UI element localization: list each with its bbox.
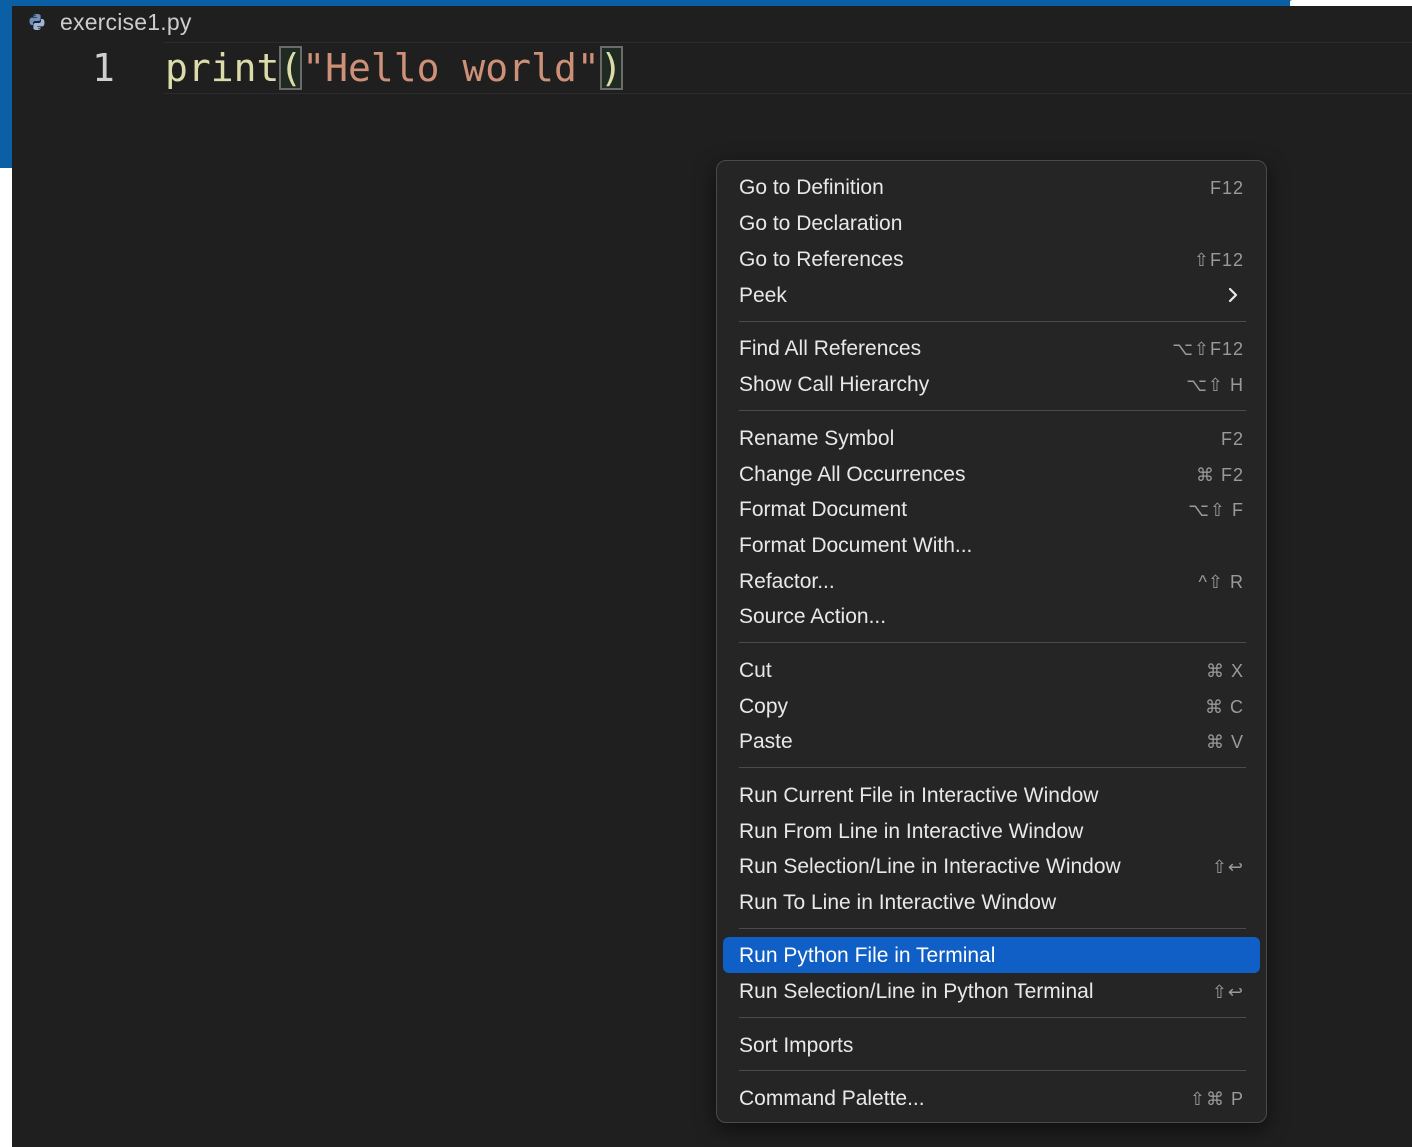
menu-item-shortcut: ⌥⇧F12 — [1172, 339, 1244, 359]
menu-item-shortcut: F2 — [1220, 429, 1244, 449]
menu-item-paste[interactable]: Paste ⌘ V — [723, 723, 1260, 759]
menu-item-run-python-file-in-terminal[interactable]: Run Python File in Terminal — [723, 937, 1260, 973]
menu-item-shortcut: ⇧F12 — [1193, 250, 1244, 270]
python-icon — [26, 11, 48, 33]
tab-file-name: exercise1.py — [60, 8, 192, 35]
menu-item-label: Cut — [739, 659, 772, 682]
menu-item-go-to-references[interactable]: Go to References ⇧F12 — [723, 241, 1260, 277]
menu-item-run-current-file-interactive[interactable]: Run Current File in Interactive Window — [723, 777, 1260, 813]
chevron-right-icon — [1224, 285, 1242, 305]
context-menu: Go to Definition F12 Go to Declaration G… — [716, 160, 1267, 1123]
menu-separator — [739, 321, 1246, 322]
code-open-paren: ( — [279, 46, 303, 90]
menu-item-label: Paste — [739, 730, 793, 753]
menu-item-run-to-line-interactive[interactable]: Run To Line in Interactive Window — [723, 884, 1260, 920]
menu-item-shortcut: ⌥⇧ F — [1188, 500, 1244, 520]
menu-item-copy[interactable]: Copy ⌘ C — [723, 688, 1260, 724]
menu-separator — [739, 642, 1246, 643]
menu-item-shortcut: F12 — [1209, 178, 1244, 198]
menu-item-run-from-line-interactive[interactable]: Run From Line in Interactive Window — [723, 813, 1260, 849]
menu-separator — [739, 1070, 1246, 1071]
menu-item-label: Go to Definition — [739, 176, 884, 199]
menu-item-show-call-hierarchy[interactable]: Show Call Hierarchy ⌥⇧ H — [723, 366, 1260, 402]
menu-item-label: Run Selection/Line in Interactive Window — [739, 855, 1121, 878]
menu-item-shortcut: ⇧↩ — [1211, 982, 1244, 1002]
screenshot-frame: exercise1.py 1 print("Hello world") Go t… — [0, 0, 1412, 1147]
menu-separator — [739, 767, 1246, 768]
menu-item-run-selection-interactive[interactable]: Run Selection/Line in Interactive Window… — [723, 848, 1260, 884]
code-string-token: "Hello world" — [302, 46, 600, 90]
menu-item-label: Format Document — [739, 498, 908, 521]
menu-item-shortcut: ⇧↩ — [1211, 857, 1244, 877]
menu-item-shortcut: ⌥⇧ H — [1186, 375, 1244, 395]
menu-item-label: Format Document With... — [739, 534, 973, 557]
menu-separator — [739, 410, 1246, 411]
menu-item-shortcut: ⌘ C — [1205, 697, 1244, 717]
menu-item-label: Peek — [739, 284, 787, 307]
menu-item-shortcut: ⌘ F2 — [1195, 465, 1244, 485]
menu-item-peek[interactable]: Peek — [723, 277, 1260, 313]
menu-item-change-all-occurrences[interactable]: Change All Occurrences ⌘ F2 — [723, 456, 1260, 492]
menu-item-go-to-definition[interactable]: Go to Definition F12 — [723, 169, 1260, 205]
menu-item-label: Refactor... — [739, 570, 835, 593]
menu-item-label: Find All References — [739, 337, 922, 360]
menu-item-label: Go to References — [739, 248, 904, 271]
menu-item-shortcut: ⌘ V — [1205, 732, 1244, 752]
code-close-paren: ) — [599, 46, 623, 90]
menu-item-format-document[interactable]: Format Document ⌥⇧ F — [723, 491, 1260, 527]
menu-separator — [739, 928, 1246, 929]
menu-item-label: Run Current File in Interactive Window — [739, 784, 1099, 807]
menu-item-label: Go to Declaration — [739, 212, 903, 235]
code-text[interactable]: print("Hello world") — [165, 46, 623, 90]
menu-item-command-palette[interactable]: Command Palette... ⇧⌘ P — [723, 1080, 1260, 1116]
menu-item-shortcut: ⌘ X — [1205, 661, 1244, 681]
menu-item-label: Rename Symbol — [739, 427, 895, 450]
menu-item-source-action[interactable]: Source Action... — [723, 598, 1260, 634]
menu-item-find-all-references[interactable]: Find All References ⌥⇧F12 — [723, 330, 1260, 366]
menu-item-label: Copy — [739, 695, 789, 718]
menu-item-go-to-declaration[interactable]: Go to Declaration — [723, 205, 1260, 241]
menu-item-label: Command Palette... — [739, 1087, 925, 1110]
menu-item-shortcut: ^⇧ R — [1198, 572, 1244, 592]
menu-item-label: Run Python File in Terminal — [739, 944, 996, 967]
menu-item-sort-imports[interactable]: Sort Imports — [723, 1027, 1260, 1063]
menu-item-label: Run Selection/Line in Python Terminal — [739, 980, 1094, 1003]
menu-item-run-selection-python-terminal[interactable]: Run Selection/Line in Python Terminal ⇧↩ — [723, 973, 1260, 1009]
code-function-token: print — [165, 46, 280, 90]
menu-item-refactor[interactable]: Refactor... ^⇧ R — [723, 563, 1260, 599]
menu-item-label: Change All Occurrences — [739, 463, 966, 486]
menu-item-cut[interactable]: Cut ⌘ X — [723, 652, 1260, 688]
code-line-1[interactable]: 1 print("Hello world") — [12, 42, 1412, 96]
menu-item-format-document-with[interactable]: Format Document With... — [723, 527, 1260, 563]
menu-separator — [739, 1017, 1246, 1018]
menu-item-label: Run From Line in Interactive Window — [739, 820, 1084, 843]
menu-item-label: Sort Imports — [739, 1034, 854, 1057]
line-number: 1 — [92, 46, 115, 90]
window-accent-edge — [0, 0, 12, 168]
menu-item-label: Show Call Hierarchy — [739, 373, 930, 396]
menu-item-label: Source Action... — [739, 605, 887, 628]
editor-tab[interactable]: exercise1.py — [12, 6, 1412, 38]
menu-item-shortcut: ⇧⌘ P — [1189, 1089, 1244, 1109]
menu-item-label: Run To Line in Interactive Window — [739, 891, 1057, 914]
menu-item-rename-symbol[interactable]: Rename Symbol F2 — [723, 420, 1260, 456]
